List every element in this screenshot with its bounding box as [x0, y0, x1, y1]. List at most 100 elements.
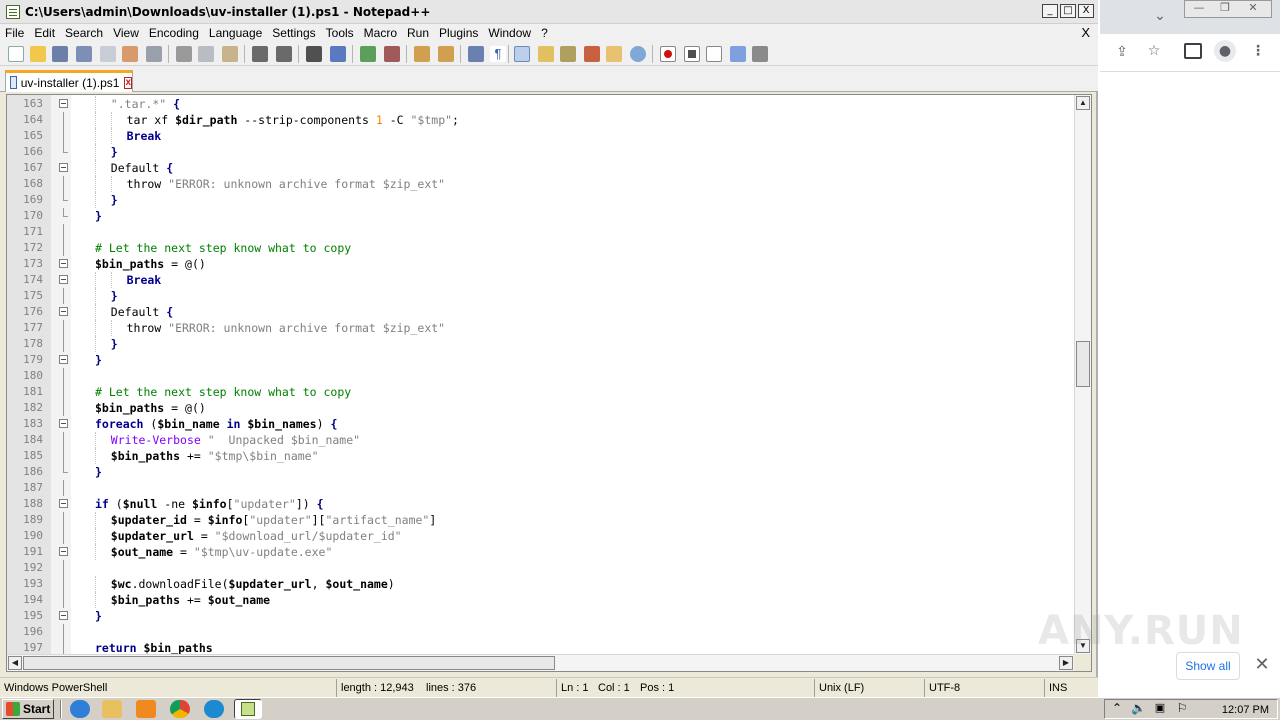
- monitoring-icon[interactable]: [630, 46, 646, 62]
- code-line[interactable]: 193 $wc.downloadFile($updater_url, $out_n…: [7, 576, 1075, 592]
- code-line[interactable]: 163 ".tar.*" {: [7, 96, 1075, 112]
- code-line[interactable]: 183 foreach ($bin_name in $bin_names) {: [7, 416, 1075, 432]
- minimize-icon[interactable]: —: [1191, 1, 1207, 14]
- replace-icon[interactable]: [330, 46, 346, 62]
- scroll-up-arrow-icon[interactable]: ▲: [1076, 96, 1090, 110]
- show-all-chars-icon[interactable]: ¶: [490, 46, 506, 62]
- code-line[interactable]: 186}: [7, 464, 1075, 480]
- menu-language[interactable]: Language: [204, 24, 267, 42]
- menu-macro[interactable]: Macro: [359, 24, 402, 42]
- fold-toggle-icon[interactable]: [59, 275, 68, 284]
- code-line[interactable]: 173 $bin_paths = @(): [7, 256, 1075, 272]
- media-player-icon[interactable]: [136, 700, 156, 718]
- tab-close-icon[interactable]: x: [124, 76, 132, 89]
- scroll-left-arrow-icon[interactable]: ◀: [8, 656, 22, 670]
- vertical-scroll-thumb[interactable]: [1076, 341, 1090, 387]
- fold-toggle-icon[interactable]: [59, 611, 68, 620]
- menu-help[interactable]: ?: [536, 24, 553, 42]
- edge-icon[interactable]: [204, 700, 224, 718]
- close-file-icon[interactable]: [100, 46, 116, 62]
- menu-settings[interactable]: Settings: [267, 24, 320, 42]
- action-center-flag-icon[interactable]: ⚐: [1175, 701, 1189, 715]
- menu-window[interactable]: Window: [483, 24, 536, 42]
- menu-view[interactable]: View: [108, 24, 144, 42]
- paste-icon[interactable]: [222, 46, 238, 62]
- code-line[interactable]: 185 $bin_paths += "$tmp\$bin_name": [7, 448, 1075, 464]
- close-window-icon[interactable]: ✕: [1245, 1, 1261, 14]
- zoom-in-icon[interactable]: [360, 46, 376, 62]
- print-icon[interactable]: [146, 46, 162, 62]
- code-line[interactable]: 176 Default {: [7, 304, 1075, 320]
- share-icon[interactable]: ⇪: [1112, 44, 1132, 60]
- new-file-icon[interactable]: [8, 46, 24, 62]
- code-line[interactable]: 164 tar xf $dir_path --strip-components 1…: [7, 112, 1075, 128]
- zoom-out-icon[interactable]: [384, 46, 400, 62]
- copy-icon[interactable]: [198, 46, 214, 62]
- doc-map-icon[interactable]: [560, 46, 576, 62]
- sync-vertical-icon[interactable]: [414, 46, 430, 62]
- close-document-button[interactable]: X: [1081, 24, 1090, 42]
- find-icon[interactable]: [306, 46, 322, 62]
- open-file-icon[interactable]: [30, 46, 46, 62]
- tray-expand-icon[interactable]: ⌃: [1111, 701, 1123, 715]
- word-wrap-icon[interactable]: [468, 46, 484, 62]
- status-eol[interactable]: Unix (LF): [814, 679, 924, 697]
- clock[interactable]: 12:07 PM: [1222, 700, 1269, 720]
- code-line[interactable]: 190 $updater_url = "$download_url/$update…: [7, 528, 1075, 544]
- cut-icon[interactable]: [176, 46, 192, 62]
- function-list-icon[interactable]: [584, 46, 600, 62]
- record-macro-icon[interactable]: [660, 46, 676, 62]
- chevron-down-icon[interactable]: ⌄: [1150, 8, 1170, 24]
- code-line[interactable]: 181 # Let the next step know what to copy: [7, 384, 1075, 400]
- horizontal-scroll-thumb[interactable]: [23, 656, 555, 670]
- code-line[interactable]: 178}: [7, 336, 1075, 352]
- fold-toggle-icon[interactable]: [59, 547, 68, 556]
- sync-horizontal-icon[interactable]: [438, 46, 454, 62]
- undo-icon[interactable]: [252, 46, 268, 62]
- stop-macro-icon[interactable]: [684, 46, 700, 62]
- save-icon[interactable]: [52, 46, 68, 62]
- code-line[interactable]: 174 Break: [7, 272, 1075, 288]
- code-area[interactable]: 163 ".tar.*" {164 tar xf $dir_path --strip…: [7, 96, 1075, 656]
- title-bar[interactable]: C:\Users\admin\Downloads\uv-installer (1…: [0, 0, 1098, 24]
- code-line[interactable]: 172 # Let the next step know what to copy: [7, 240, 1075, 256]
- fold-toggle-icon[interactable]: [59, 355, 68, 364]
- code-line[interactable]: 189 $updater_id = $info["updater"]["artif…: [7, 512, 1075, 528]
- maximize-button[interactable]: □: [1060, 4, 1076, 18]
- menu-search[interactable]: Search: [60, 24, 108, 42]
- close-download-bar-icon[interactable]: ✕: [1252, 655, 1272, 675]
- save-all-icon[interactable]: [76, 46, 92, 62]
- fold-toggle-icon[interactable]: [59, 419, 68, 428]
- play-multiple-icon[interactable]: [730, 46, 746, 62]
- menu-encoding[interactable]: Encoding: [144, 24, 204, 42]
- start-button[interactable]: Start: [2, 699, 54, 719]
- code-line[interactable]: 166}: [7, 144, 1075, 160]
- tab-uv-installer[interactable]: uv-installer (1).ps1 x: [5, 70, 133, 92]
- status-encoding[interactable]: UTF-8: [924, 679, 1044, 697]
- code-line[interactable]: 194 $bin_paths += $out_name: [7, 592, 1075, 608]
- code-line[interactable]: 182 $bin_paths = @(): [7, 400, 1075, 416]
- save-macro-icon[interactable]: [752, 46, 768, 62]
- taskbar-notepadpp-button[interactable]: [234, 699, 262, 719]
- code-editor[interactable]: 163 ".tar.*" {164 tar xf $dir_path --strip…: [6, 94, 1092, 672]
- code-line[interactable]: 168 throw "ERROR: unknown archive format …: [7, 176, 1075, 192]
- code-line[interactable]: 195}: [7, 608, 1075, 624]
- folder-workspace-icon[interactable]: [606, 46, 622, 62]
- code-line[interactable]: 192: [7, 560, 1075, 576]
- code-line[interactable]: 169}: [7, 192, 1075, 208]
- profile-icon[interactable]: ●: [1214, 40, 1236, 62]
- volume-icon[interactable]: 🔈: [1131, 701, 1146, 715]
- menu-tools[interactable]: Tools: [321, 24, 359, 42]
- horizontal-scrollbar[interactable]: ◀ ▶: [7, 654, 1075, 671]
- fold-toggle-icon[interactable]: [59, 307, 68, 316]
- close-all-icon[interactable]: [122, 46, 138, 62]
- menu-run[interactable]: Run: [402, 24, 434, 42]
- redo-icon[interactable]: [276, 46, 292, 62]
- code-line[interactable]: 180: [7, 368, 1075, 384]
- indent-guide-icon[interactable]: [514, 46, 530, 62]
- chrome-icon[interactable]: [170, 700, 190, 718]
- play-macro-icon[interactable]: [706, 46, 722, 62]
- fold-toggle-icon[interactable]: [59, 99, 68, 108]
- explorer-icon[interactable]: [102, 700, 122, 718]
- code-line[interactable]: 196: [7, 624, 1075, 640]
